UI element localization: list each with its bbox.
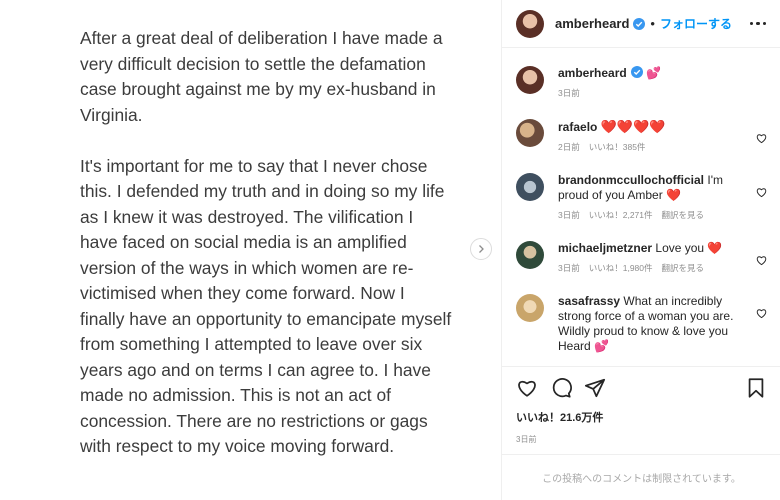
- chevron-right-icon: [479, 245, 484, 253]
- post-time: 3日前: [516, 435, 537, 444]
- verified-badge-icon: [633, 17, 646, 30]
- heart-icon[interactable]: [756, 308, 767, 319]
- comment-time: 3日前: [558, 263, 580, 273]
- statement-paragraph-2: It's important for me to say that I neve…: [80, 155, 452, 457]
- comment-likes[interactable]: いいね！385件: [589, 141, 646, 153]
- caption-time: 3日前: [558, 88, 580, 98]
- translate-link[interactable]: 翻訳を見る: [662, 209, 705, 221]
- comment-likes[interactable]: いいね！2,271件: [589, 209, 653, 221]
- avatar[interactable]: [516, 9, 544, 38]
- avatar[interactable]: [516, 173, 544, 201]
- verified-badge-icon: [630, 66, 643, 78]
- comment-username[interactable]: brandonmccullochofficial: [558, 173, 704, 187]
- heart-icon[interactable]: [756, 255, 767, 266]
- comment-username[interactable]: michaeljmetzner: [558, 241, 652, 255]
- comment-row: rafaelo ❤️❤️❤️❤️ 2日前 いいね！385件: [516, 119, 767, 153]
- heart-icon[interactable]: [756, 187, 767, 198]
- comment-row: sasafrassy What an incredibly strong for…: [516, 294, 767, 354]
- comment-text: ❤️❤️❤️❤️: [600, 119, 666, 134]
- comment-text: Love you ❤️: [655, 241, 723, 255]
- comment-time: 2日前: [558, 142, 580, 152]
- avatar[interactable]: [516, 294, 544, 322]
- comments-list[interactable]: amberheard 💕 3日前 rafaelo ❤️❤️❤️❤️ 2日前 いいね…: [502, 48, 780, 366]
- comment-row: michaeljmetzner Love you ❤️ 3日前 いいね！1,980…: [516, 241, 767, 274]
- avatar[interactable]: [516, 66, 544, 94]
- post-image: After a great deal of deliberation I hav…: [0, 0, 500, 500]
- avatar[interactable]: [516, 241, 544, 269]
- follow-button[interactable]: フォローする: [660, 15, 732, 32]
- heart-icon[interactable]: [516, 377, 538, 399]
- comments-restricted-notice: この投稿へのコメントは制限されています。: [502, 454, 780, 500]
- caption-username[interactable]: amberheard: [558, 66, 627, 80]
- comment-time: 3日前: [558, 210, 580, 220]
- post-sidebar: amberheard • フォローする amberheard 💕 3日前 raf…: [501, 0, 780, 500]
- comment-row: brandonmccullochofficial I'm proud of yo…: [516, 173, 767, 221]
- like-count[interactable]: いいね！21.6万件: [516, 409, 767, 425]
- paper-plane-icon[interactable]: [584, 377, 606, 399]
- caption-text: 💕: [646, 66, 661, 80]
- translate-link[interactable]: 翻訳を見る: [662, 262, 705, 274]
- comment-username[interactable]: sasafrassy: [558, 294, 620, 308]
- caption-row: amberheard 💕 3日前: [516, 66, 767, 99]
- post-header: amberheard • フォローする: [502, 0, 780, 48]
- statement-text: After a great deal of deliberation I hav…: [80, 26, 452, 485]
- comment-likes[interactable]: いいね！1,980件: [589, 262, 653, 274]
- bookmark-icon[interactable]: [745, 377, 767, 399]
- header-username[interactable]: amberheard: [555, 16, 629, 31]
- heart-icon[interactable]: [756, 133, 767, 144]
- statement-paragraph-1: After a great deal of deliberation I hav…: [80, 28, 443, 125]
- header-separator: •: [650, 16, 655, 31]
- comment-icon[interactable]: [550, 377, 572, 399]
- post-actions: いいね！21.6万件 3日前: [502, 366, 780, 450]
- next-image-button[interactable]: [470, 238, 492, 260]
- more-options-icon[interactable]: [749, 21, 766, 26]
- avatar[interactable]: [516, 119, 544, 147]
- comment-username[interactable]: rafaelo: [558, 120, 597, 134]
